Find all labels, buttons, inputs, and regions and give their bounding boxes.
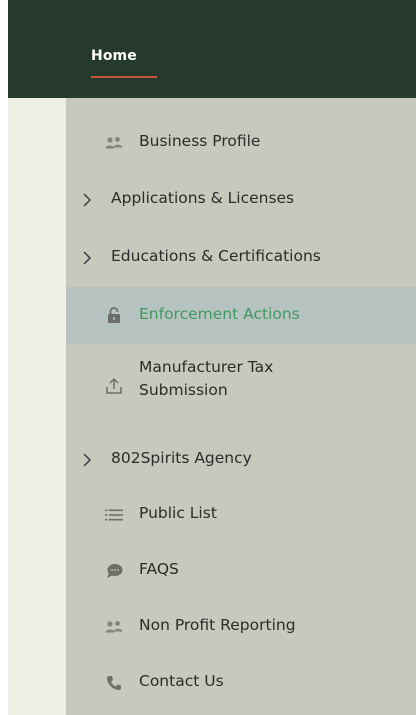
chevron-right-icon — [80, 191, 94, 209]
menu-item-label: Contact Us — [139, 672, 224, 690]
menu-item-manufacturer-tax-submission[interactable]: Manufacturer Tax Submission — [66, 352, 416, 414]
chat-bubble-icon — [104, 561, 124, 581]
menu-item-faqs[interactable]: FAQS — [66, 544, 416, 598]
menu-item-non-profit-reporting[interactable]: Non Profit Reporting — [66, 600, 416, 654]
menu-item-label: Enforcement Actions — [139, 305, 300, 323]
menu-item-public-list[interactable]: Public List — [66, 488, 416, 542]
menu-item-label: Manufacturer Tax Submission — [139, 358, 274, 399]
home-tab[interactable]: Home — [91, 48, 137, 64]
people-icon — [104, 617, 124, 637]
page: Home Business Profile Applications & Lic… — [0, 0, 416, 715]
chevron-right-icon — [80, 249, 94, 267]
menu-item-label: 802Spirits Agency — [111, 449, 252, 467]
people-icon — [104, 133, 124, 153]
menu-item-label: FAQS — [139, 560, 179, 578]
menu-item-label: Non Profit Reporting — [139, 616, 296, 634]
home-tab-underline — [91, 76, 157, 78]
list-icon — [104, 505, 124, 525]
left-gutter — [8, 98, 66, 715]
menu-item-applications-licenses[interactable]: Applications & Licenses — [66, 173, 416, 227]
sidebar-menu: Business Profile Applications & Licenses… — [66, 98, 416, 715]
menu-item-label: Public List — [139, 504, 217, 522]
chevron-right-icon — [80, 451, 94, 469]
menu-item-label: Business Profile — [139, 132, 261, 150]
menu-item-label: Applications & Licenses — [111, 189, 295, 207]
upload-icon — [104, 376, 124, 396]
phone-icon — [104, 673, 124, 693]
menu-item-business-profile[interactable]: Business Profile — [66, 116, 416, 170]
menu-item-802spirits-agency[interactable]: 802Spirits Agency — [66, 433, 416, 487]
menu-item-label: Educations & Certifications — [111, 247, 321, 265]
top-navigation-bar — [8, 0, 416, 98]
menu-item-enforcement-actions[interactable]: Enforcement Actions — [66, 287, 416, 344]
menu-item-contact-us[interactable]: Contact Us — [66, 656, 416, 710]
lock-icon — [104, 305, 124, 325]
menu-item-educations-certifications[interactable]: Educations & Certifications — [66, 231, 416, 285]
